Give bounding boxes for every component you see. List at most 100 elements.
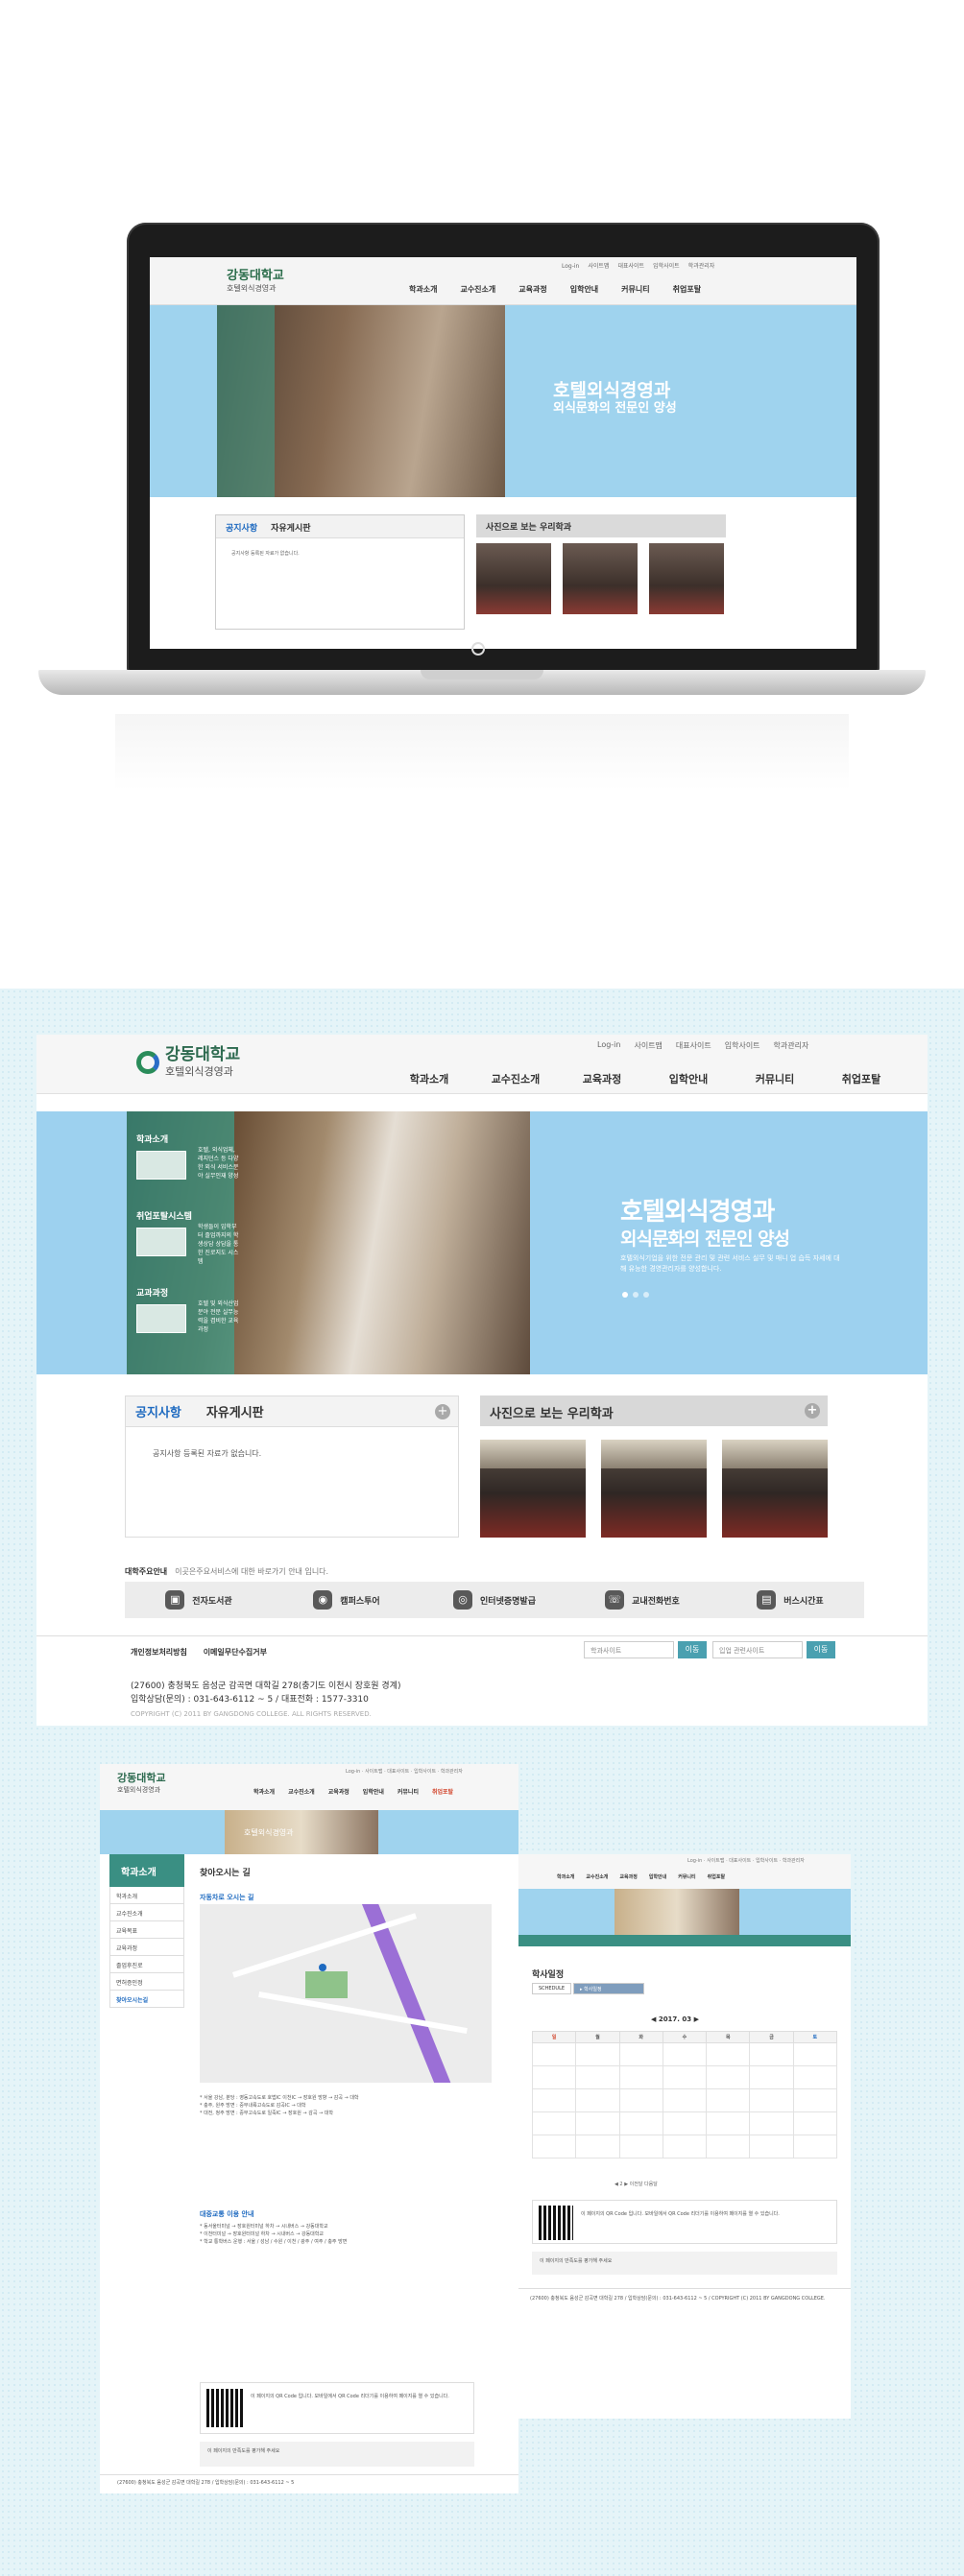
lnb-item[interactable]: 교수진소개 bbox=[109, 1904, 184, 1921]
dept-site-go-button[interactable]: 이동 bbox=[678, 1641, 707, 1658]
calendar-day[interactable] bbox=[792, 2042, 838, 2066]
lnb-item[interactable]: 면허증인정 bbox=[109, 1973, 184, 1991]
calendar-day[interactable] bbox=[662, 2065, 708, 2089]
lnb-item[interactable]: 졸업후진로 bbox=[109, 1956, 184, 1973]
footer-privacy-link[interactable]: 개인정보처리방침 bbox=[131, 1648, 187, 1657]
calendar-day[interactable] bbox=[531, 2042, 577, 2066]
more-plus-icon[interactable]: + bbox=[435, 1404, 450, 1419]
tab-academic-calendar[interactable]: ▸ 학사일정 bbox=[573, 1983, 645, 1994]
calendar-day[interactable] bbox=[792, 2088, 838, 2112]
util-admission[interactable]: 입학사이트 bbox=[653, 263, 680, 270]
calendar-day[interactable] bbox=[618, 2088, 663, 2112]
service-library[interactable]: ▣ 전자도서관 bbox=[125, 1590, 273, 1610]
calendar-day[interactable] bbox=[618, 2065, 663, 2089]
mini-photo-thumb[interactable] bbox=[476, 543, 551, 614]
quick-link-intro[interactable]: 학과소개 bbox=[136, 1133, 186, 1180]
gallery-thumb[interactable] bbox=[722, 1440, 828, 1538]
nav-dept-intro[interactable]: 학과소개 bbox=[386, 1071, 472, 1086]
mini-photo-thumb[interactable] bbox=[563, 543, 638, 614]
tab-free-board[interactable]: 자유게시판 bbox=[206, 1402, 264, 1420]
util-admin[interactable]: 학과관리자 bbox=[774, 1040, 809, 1051]
satisfaction-survey[interactable]: 이 페이지의 만족도를 평가해 주세요 bbox=[532, 2252, 837, 2275]
util-login[interactable]: Log-in bbox=[562, 263, 579, 270]
nav-faculty[interactable]: 교수진소개 bbox=[472, 1071, 559, 1086]
calendar-day[interactable] bbox=[706, 2065, 751, 2089]
lnb-item[interactable]: 교육과정 bbox=[109, 1939, 184, 1956]
util-sitemap[interactable]: 사이트맵 bbox=[588, 263, 609, 270]
pager-dot[interactable] bbox=[622, 1292, 628, 1298]
mini-nav-item[interactable]: 커뮤니티 bbox=[621, 285, 649, 294]
calendar-day[interactable] bbox=[575, 2111, 620, 2135]
calendar-day[interactable] bbox=[662, 2042, 708, 2066]
mini-nav-item[interactable]: 취업포탈 bbox=[673, 285, 701, 294]
calendar-day[interactable] bbox=[706, 2042, 751, 2066]
pager-dot[interactable] bbox=[643, 1292, 649, 1298]
calendar-day[interactable] bbox=[618, 2042, 663, 2066]
calendar-day[interactable] bbox=[662, 2111, 708, 2135]
util-login[interactable]: Log-in bbox=[597, 1040, 620, 1051]
gallery-thumb[interactable] bbox=[601, 1440, 707, 1538]
util-main-site[interactable]: 대표사이트 bbox=[676, 1040, 711, 1051]
util-admin[interactable]: 학과관리자 bbox=[688, 263, 715, 270]
footer-email-link[interactable]: 이메일무단수집거부 bbox=[204, 1648, 267, 1657]
mini-logo[interactable]: 강동대학교 호텔외식경영과 bbox=[227, 265, 284, 294]
calendar-day[interactable] bbox=[749, 2065, 794, 2089]
calendar-day[interactable] bbox=[575, 2088, 620, 2112]
lnb-item-active[interactable]: 찾아오시는길 bbox=[109, 1991, 184, 2008]
service-bus[interactable]: ▤ 버스시간표 bbox=[716, 1590, 864, 1610]
quick-link-career[interactable]: 취업포탈시스템 bbox=[136, 1209, 192, 1256]
calendar-day[interactable] bbox=[662, 2088, 708, 2112]
service-certificate[interactable]: ◎ 인터넷증명발급 bbox=[421, 1590, 568, 1610]
lnb-item[interactable]: 교육목표 bbox=[109, 1921, 184, 1939]
calendar-day[interactable] bbox=[749, 2111, 794, 2135]
calendar-day[interactable] bbox=[706, 2088, 751, 2112]
calendar-day[interactable] bbox=[531, 2065, 577, 2089]
more-plus-icon[interactable]: + bbox=[805, 1403, 820, 1419]
nav-community[interactable]: 커뮤니티 bbox=[732, 1071, 818, 1086]
calendar-day[interactable] bbox=[618, 2135, 663, 2159]
nav-admission[interactable]: 입학안내 bbox=[645, 1071, 732, 1086]
related-site-go-button[interactable]: 이동 bbox=[807, 1641, 835, 1658]
nav-career[interactable]: 취업포탈 bbox=[818, 1071, 904, 1086]
tab-schedule[interactable]: SCHEDULE bbox=[532, 1983, 572, 1994]
util-sitemap[interactable]: 사이트맵 bbox=[634, 1040, 662, 1051]
calendar-day[interactable] bbox=[706, 2111, 751, 2135]
mini-nav-item[interactable]: 학과소개 bbox=[409, 285, 437, 294]
calendar-day[interactable] bbox=[749, 2088, 794, 2112]
satisfaction-survey[interactable]: 이 페이지의 만족도를 평가해 주세요 bbox=[200, 2442, 474, 2467]
campus-map[interactable] bbox=[200, 1904, 492, 2083]
site-logo[interactable]: 강동대학교 호텔외식경영과 bbox=[136, 1046, 240, 1079]
mini-tab-board[interactable]: 자유게시판 bbox=[271, 524, 310, 534]
calendar-day[interactable] bbox=[749, 2042, 794, 2066]
mini-photo-thumb[interactable] bbox=[649, 543, 724, 614]
quick-link-curriculum[interactable]: 교과과정 bbox=[136, 1286, 186, 1333]
mini-nav-item[interactable]: 교수진소개 bbox=[460, 285, 495, 294]
calendar-day[interactable] bbox=[792, 2135, 838, 2159]
mini-photo-title[interactable]: 사진으로 보는 우리학과 bbox=[476, 514, 726, 537]
util-main-site[interactable]: 대표사이트 bbox=[617, 263, 644, 270]
calendar-day[interactable] bbox=[792, 2111, 838, 2135]
calendar-pager[interactable]: ◀ 2 ▶ 이전달 다음달 bbox=[615, 2181, 658, 2187]
service-campus-tour[interactable]: ◉ 캠퍼스투어 bbox=[273, 1590, 421, 1610]
mini-nav-item[interactable]: 교육과정 bbox=[518, 285, 546, 294]
month-navigator[interactable]: ◀ 2017. 03 ▶ bbox=[651, 2015, 699, 2023]
calendar-day[interactable] bbox=[531, 2088, 577, 2112]
pager-dot[interactable] bbox=[633, 1292, 639, 1298]
util-admission[interactable]: 입학사이트 bbox=[725, 1040, 760, 1051]
lnb-item[interactable]: 학과소개 bbox=[109, 1887, 184, 1904]
related-site-select[interactable]: 입업 관련사이트 bbox=[712, 1641, 803, 1658]
tab-notice[interactable]: 공지사항 bbox=[135, 1402, 181, 1420]
calendar-day[interactable] bbox=[792, 2065, 838, 2089]
calendar-day[interactable] bbox=[575, 2065, 620, 2089]
dept-site-select[interactable]: 학과사이트 bbox=[584, 1641, 674, 1658]
calendar-day[interactable] bbox=[706, 2135, 751, 2159]
mini-nav-item[interactable]: 입학안내 bbox=[570, 285, 598, 294]
calendar-day[interactable] bbox=[749, 2135, 794, 2159]
calendar-day[interactable] bbox=[575, 2042, 620, 2066]
calendar-day[interactable] bbox=[531, 2111, 577, 2135]
calendar-day[interactable] bbox=[662, 2135, 708, 2159]
calendar-day[interactable] bbox=[575, 2135, 620, 2159]
calendar-day[interactable] bbox=[618, 2111, 663, 2135]
gallery-thumb[interactable] bbox=[480, 1440, 586, 1538]
mini-tab-notice[interactable]: 공지사항 bbox=[226, 524, 257, 534]
